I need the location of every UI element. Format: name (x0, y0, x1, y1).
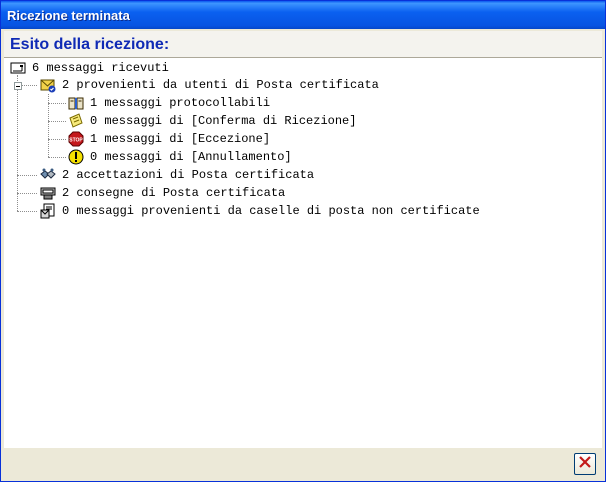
tree-connector (48, 157, 66, 158)
message-root-icon (10, 60, 26, 76)
document-icon (40, 203, 56, 219)
tree-item-label: 1 messaggi protocollabili (90, 96, 271, 110)
tree-item-label: 2 provenienti da utenti di Posta certifi… (62, 78, 379, 92)
window-title: Ricezione terminata (7, 8, 130, 23)
close-button[interactable] (574, 453, 596, 475)
tree-item-non-certificate[interactable]: 0 messaggi provenienti da caselle di pos… (40, 202, 480, 220)
tree-item-accettazioni[interactable]: 2 accettazioni di Posta certificata (40, 166, 314, 184)
tree-item-eccezione[interactable]: STOP 1 messaggi di [Eccezione] (68, 130, 270, 148)
tree-item-label: 0 messaggi provenienti da caselle di pos… (62, 204, 480, 218)
tree-item-label: 2 consegne di Posta certificata (62, 186, 286, 200)
tree-connector (17, 193, 37, 194)
tree-item-label: 1 messaggi di [Eccezione] (90, 132, 271, 146)
tree-connector (48, 121, 66, 122)
tree-connector (48, 139, 66, 140)
tree-item-label: 2 accettazioni di Posta certificata (62, 168, 315, 182)
result-heading: Esito della ricezione: (10, 36, 170, 53)
dialog-footer (4, 448, 602, 478)
handshake-icon (40, 167, 56, 183)
stop-icon: STOP (68, 131, 84, 147)
tree-item-consegne[interactable]: 2 consegne di Posta certificata (40, 184, 285, 202)
tree-item-label: 6 messaggi ricevuti (32, 61, 169, 75)
certified-mail-icon (40, 77, 56, 93)
dialog-window: Ricezione terminata Esito della ricezion… (0, 0, 606, 482)
tree-connector (48, 103, 66, 104)
delivery-icon (40, 185, 56, 201)
result-tree: 6 messaggi ricevuti 2 provenienti da ute… (4, 57, 602, 448)
title-bar[interactable]: Ricezione terminata (1, 1, 605, 29)
book-icon (68, 95, 84, 111)
tree-item-certified[interactable]: 2 provenienti da utenti di Posta certifi… (40, 76, 379, 94)
warning-icon (68, 149, 84, 165)
tree-item-root[interactable]: 6 messaggi ricevuti (10, 59, 169, 77)
tree-item-protocollabili[interactable]: 1 messaggi protocollabili (68, 94, 270, 112)
close-icon (578, 455, 592, 474)
tree-connector (17, 175, 37, 176)
tree-item-label: 0 messaggi di [Annullamento] (90, 150, 292, 164)
collapse-toggle[interactable] (14, 82, 22, 90)
svg-text:STOP: STOP (69, 138, 83, 144)
tree-connector (17, 211, 37, 212)
note-icon (68, 113, 84, 129)
result-header: Esito della ricezione: (4, 31, 602, 57)
tree-item-label: 0 messaggi di [Conferma di Ricezione] (90, 114, 357, 128)
tree-connector (21, 85, 37, 86)
tree-item-annullamento[interactable]: 0 messaggi di [Annullamento] (68, 148, 292, 166)
tree-connector (17, 75, 18, 211)
tree-item-conferma[interactable]: 0 messaggi di [Conferma di Ricezione] (68, 112, 356, 130)
